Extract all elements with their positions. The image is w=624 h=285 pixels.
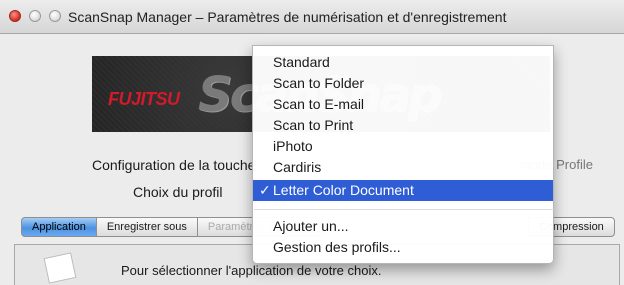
menu-item-add-profile[interactable]: Ajouter un... — [253, 216, 553, 237]
panel-instruction: Pour sélectionner l'application de votre… — [121, 263, 382, 278]
menu-item-scan-to-print[interactable]: Scan to Print — [253, 115, 553, 136]
profile-menu: Standard Scan to Folder Scan to E-mail S… — [252, 45, 554, 264]
title-bar: ScanSnap Manager – Paramètres de numéris… — [0, 0, 624, 34]
fujitsu-logo: FUJITSU — [108, 89, 180, 109]
menu-item-manage-profiles[interactable]: Gestion des profils... — [253, 237, 553, 258]
tab-application[interactable]: Application — [21, 217, 97, 237]
close-window-button[interactable] — [9, 10, 21, 22]
config-label: Configuration de la touche — [92, 157, 256, 173]
menu-item-iphoto[interactable]: iPhoto — [253, 136, 553, 157]
minimize-window-button[interactable] — [29, 10, 41, 22]
menu-item-scan-to-email[interactable]: Scan to E-mail — [253, 94, 553, 115]
zoom-window-button[interactable] — [49, 10, 61, 22]
menu-item-standard[interactable]: Standard — [253, 52, 553, 73]
profile-label: Choix du profil — [133, 184, 223, 200]
tab-enregistrer-sous[interactable]: Enregistrer sous — [96, 217, 198, 237]
checkmark-icon: ✓ — [259, 182, 271, 198]
menu-item-label: Letter Color Document — [273, 182, 414, 198]
menu-item-scan-to-folder[interactable]: Scan to Folder — [253, 73, 553, 94]
menu-item-cardiris[interactable]: Cardiris — [253, 157, 553, 178]
menu-item-letter-color-document[interactable]: ✓ Letter Color Document — [253, 180, 553, 201]
window-title: ScanSnap Manager – Paramètres de numéris… — [68, 9, 507, 25]
menu-separator — [254, 209, 554, 210]
